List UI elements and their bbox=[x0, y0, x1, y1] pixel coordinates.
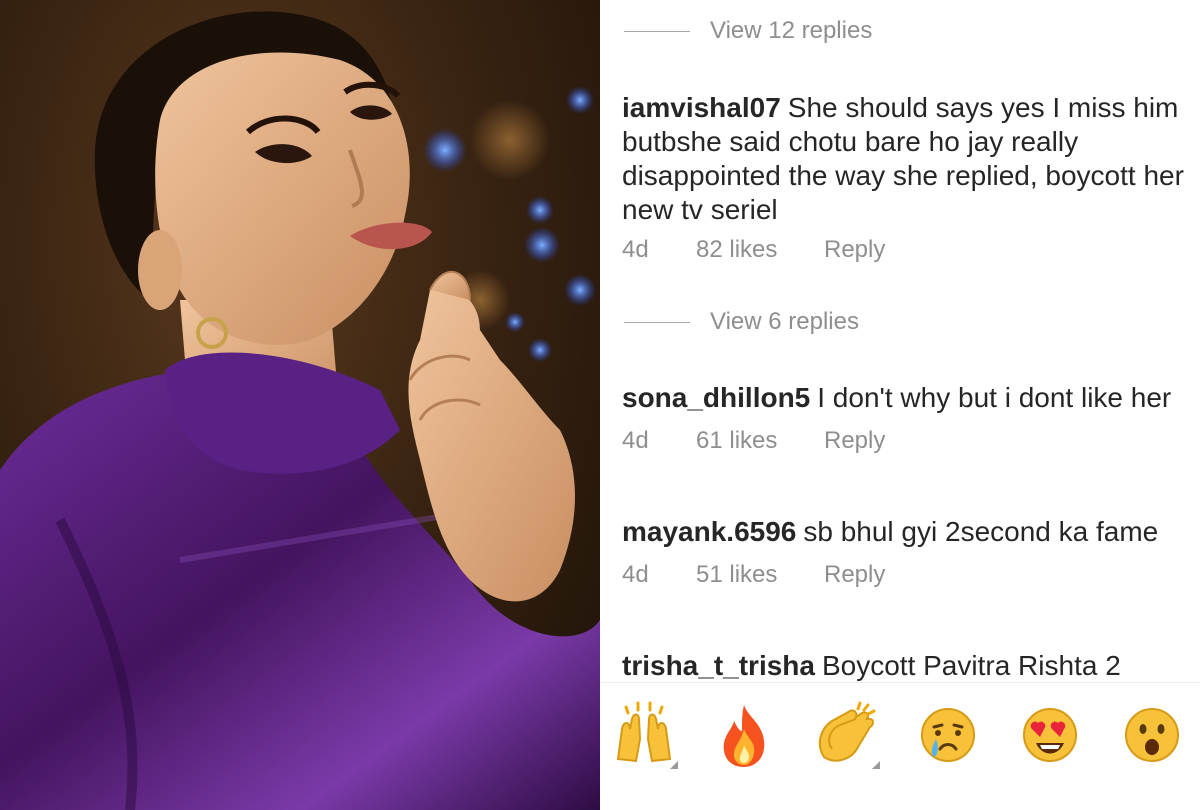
face bbox=[155, 52, 410, 345]
comment-text-block: mayank.6596 sb bhul gyi 2second ka fame bbox=[622, 515, 1192, 549]
bokeh-light bbox=[470, 100, 550, 180]
bokeh-light bbox=[528, 338, 552, 362]
comment-text-block: sona_dhillon5 I don't why but i dont like… bbox=[622, 381, 1192, 415]
reply-button[interactable]: Reply bbox=[824, 427, 885, 455]
view-replies-label: View 12 replies bbox=[710, 17, 873, 44]
comment-timestamp: 4d bbox=[622, 427, 649, 454]
raising-hands-icon[interactable] bbox=[608, 699, 680, 771]
crying-face-icon[interactable] bbox=[912, 699, 984, 771]
clapping-hands-icon[interactable] bbox=[810, 699, 882, 771]
bokeh-light bbox=[566, 86, 594, 114]
comment-timestamp: 4d bbox=[622, 561, 649, 588]
view-replies-label: View 6 replies bbox=[710, 308, 859, 335]
comment-username[interactable]: iamvishal07 bbox=[622, 92, 781, 123]
comment-username[interactable]: sona_dhillon5 bbox=[622, 382, 810, 413]
comment-username[interactable]: trisha_t_trisha bbox=[622, 650, 815, 681]
comment-meta: 4d 51 likes Reply bbox=[622, 561, 885, 589]
heart-eyes-icon[interactable] bbox=[1014, 699, 1086, 771]
emoji-reaction-bar bbox=[600, 682, 1200, 810]
ear bbox=[138, 230, 182, 310]
surprised-face-icon[interactable] bbox=[1116, 699, 1188, 771]
divider-line bbox=[624, 30, 690, 32]
comment-likes-count[interactable]: 82 likes bbox=[696, 236, 824, 264]
comment-meta: 4d 82 likes Reply bbox=[622, 236, 885, 264]
post-photo bbox=[0, 0, 600, 810]
comment-text-block: trisha_t_trisha Boycott Pavitra Rishta 2 bbox=[622, 649, 1192, 683]
comment-body: sb bhul gyi 2second ka fame bbox=[803, 516, 1159, 547]
bokeh-light bbox=[564, 274, 596, 306]
comment-body: Boycott Pavitra Rishta 2 bbox=[821, 650, 1121, 681]
bokeh-light bbox=[505, 312, 525, 332]
fire-icon[interactable] bbox=[708, 699, 780, 771]
comment-timestamp: 4d bbox=[622, 236, 649, 263]
bokeh-light bbox=[524, 227, 560, 263]
comment-text-block: iamvishal07 She should says yes I miss hi… bbox=[622, 91, 1192, 227]
comments-panel: View 12 replies iamvishal07 She should sa… bbox=[600, 0, 1200, 810]
comment-likes-count[interactable]: 61 likes bbox=[696, 427, 824, 455]
comment-username[interactable]: mayank.6596 bbox=[622, 516, 796, 547]
view-replies-link[interactable]: View 12 replies bbox=[624, 17, 872, 45]
comment-meta: 4d 61 likes Reply bbox=[622, 427, 885, 455]
reply-button[interactable]: Reply bbox=[824, 236, 885, 264]
view-replies-link[interactable]: View 6 replies bbox=[624, 308, 859, 336]
comment-likes-count[interactable]: 51 likes bbox=[696, 561, 824, 589]
reply-button[interactable]: Reply bbox=[824, 561, 885, 589]
bokeh-light bbox=[423, 128, 467, 172]
comment-body: I don't why but i dont like her bbox=[817, 382, 1172, 413]
bokeh-light bbox=[526, 196, 554, 224]
portrait-illustration bbox=[0, 11, 600, 810]
divider-line bbox=[624, 321, 690, 323]
